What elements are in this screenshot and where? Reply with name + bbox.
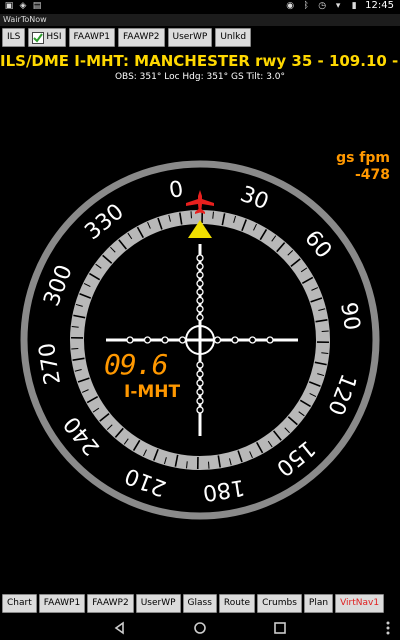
check-icon	[33, 32, 44, 43]
glideslope-dot	[213, 336, 222, 344]
virtnav1-button[interactable]: VirtNav1	[335, 594, 385, 613]
deviation-dot	[196, 406, 204, 414]
deviation-dot	[196, 279, 204, 288]
status-bar: ▣ ◈ ▤ ◉ ᛒ ◷ ▾ ▮ 12:45	[0, 0, 400, 14]
unlkd-button[interactable]: Unlkd	[215, 28, 252, 47]
notification-icon: ▤	[32, 1, 42, 11]
deviation-dot	[196, 305, 204, 313]
ils-button[interactable]: ILS	[2, 28, 26, 47]
wifi-icon: ▾	[335, 0, 341, 11]
hsi-checkbox[interactable]	[32, 31, 45, 44]
back-icon[interactable]	[112, 620, 128, 636]
glideslope-dot	[231, 336, 239, 344]
deviation-dot	[196, 379, 204, 387]
deviation-dot	[196, 361, 204, 369]
screen: ▣ ◈ ▤ ◉ ᛒ ◷ ▾ ▮ 12:45 WairToNow ILS HSI …	[0, 0, 400, 640]
hsi-label: HSI	[46, 32, 62, 42]
heading-label: 0	[167, 177, 185, 204]
glass-button[interactable]: Glass	[182, 594, 217, 613]
deviation-dot	[196, 262, 204, 271]
chart-button[interactable]: Chart	[2, 594, 37, 613]
heading-label: 300	[39, 262, 77, 310]
glideslope-dot	[143, 336, 152, 344]
recents-icon[interactable]	[272, 620, 288, 636]
bluetooth-icon: ᛒ	[303, 0, 309, 11]
location-icon: ◉	[286, 0, 295, 11]
home-icon[interactable]	[192, 620, 208, 636]
userwp-button[interactable]: UserWP	[167, 28, 213, 47]
system-nav-bar	[0, 616, 400, 640]
crumbs-button[interactable]: Crumbs	[257, 594, 302, 613]
glideslope-dot	[161, 336, 169, 344]
plan-button[interactable]: Plan	[303, 594, 334, 613]
hsi-toggle[interactable]: HSI	[28, 28, 66, 47]
userwp-tab-button[interactable]: UserWP	[135, 594, 181, 613]
battery-icon: ▮	[351, 0, 357, 11]
deviation-dot	[196, 254, 204, 262]
glideslope-dot	[248, 336, 257, 344]
navaid-ident-line: ILS/DME I-MHT: MANCHESTER rwy 35 - 109.1…	[0, 52, 400, 70]
deviation-dot	[196, 388, 204, 396]
heading-label: 30	[237, 182, 272, 215]
top-toolbar: ILS HSI FAAWP1 FAAWP2 UserWP Unlkd	[0, 28, 252, 48]
faawp2-button[interactable]: FAAWP2	[118, 28, 165, 47]
deviation-dot	[196, 271, 204, 279]
app-title: WairToNow	[0, 14, 400, 26]
notification-icon: ▣	[4, 1, 14, 11]
glideslope-dot	[126, 336, 134, 344]
faawp1-tab-button[interactable]: FAAWP1	[38, 594, 86, 613]
status-time: 12:45	[365, 0, 394, 11]
deviation-dot	[196, 296, 204, 305]
glideslope-dot	[266, 336, 274, 344]
heading-label: 60	[299, 226, 336, 263]
hsi-instrument[interactable]: 0 306090120150180210240270300330	[0, 160, 400, 540]
alarm-icon: ◷	[318, 0, 327, 11]
heading-label: 270	[35, 341, 66, 386]
faawp1-button[interactable]: FAAWP1	[68, 28, 116, 47]
faawp2-tab-button[interactable]: FAAWP2	[87, 594, 134, 613]
heading-label: 210	[122, 462, 170, 500]
glideslope-dot	[178, 336, 187, 344]
dme-ident: I-MHT	[124, 382, 181, 402]
notification-icon: ◈	[19, 1, 27, 11]
deviation-dot	[196, 313, 204, 322]
overflow-menu-icon[interactable]	[380, 620, 396, 636]
dme-distance: 09.6	[104, 348, 168, 381]
obs-info-line: OBS: 351° Loc Hdg: 351° GS Tilt: 3.0°	[114, 72, 286, 82]
route-button[interactable]: Route	[218, 594, 256, 613]
bottom-toolbar: Chart FAAWP1 FAAWP2 UserWP Glass Route C…	[0, 594, 400, 614]
deviation-dot	[196, 370, 204, 378]
heading-label: 120	[322, 370, 360, 418]
deviation-dot	[196, 397, 204, 405]
deviation-dot	[196, 288, 204, 296]
heading-label: 90	[335, 301, 364, 333]
heading-label: 180	[201, 474, 246, 505]
